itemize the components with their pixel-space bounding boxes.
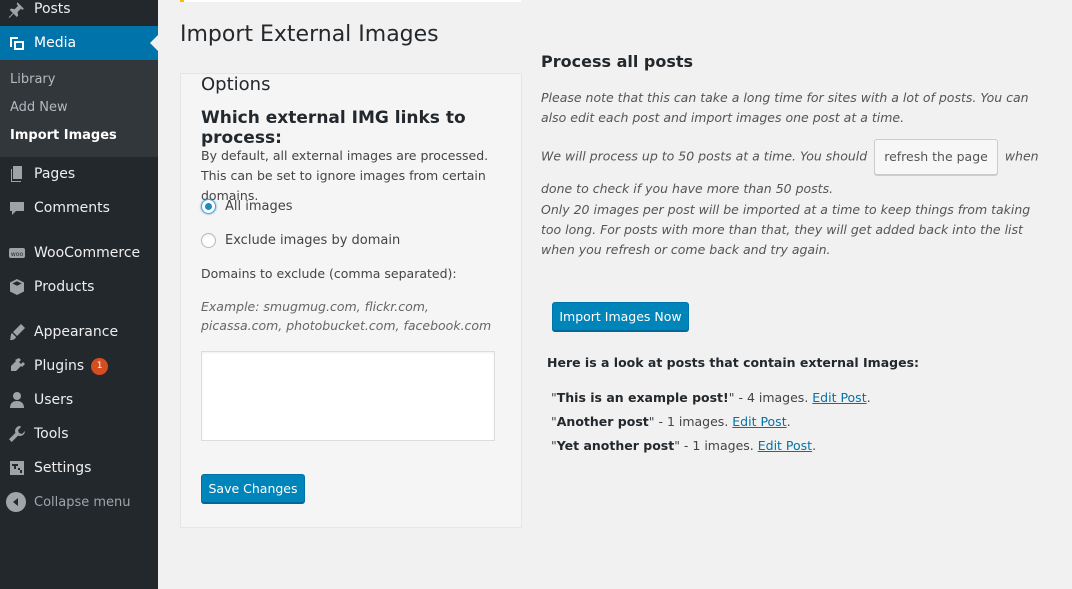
menu-item-pages[interactable]: Pages	[0, 157, 158, 191]
woocommerce-icon: woo	[0, 243, 34, 263]
menu-item-users[interactable]: Users	[0, 383, 158, 417]
options-panel: Options Which external IMG links to proc…	[180, 73, 522, 528]
menu-item-comments[interactable]: Comments	[0, 191, 158, 225]
radio-all-images-control[interactable]	[201, 199, 216, 214]
brush-icon	[0, 322, 34, 342]
box-icon	[0, 277, 34, 297]
menu-item-media[interactable]: Media	[0, 26, 158, 60]
post-image-count: - 4 images.	[734, 390, 813, 405]
process-heading: Process all posts	[541, 52, 694, 71]
pin-icon	[0, 0, 34, 19]
menu-label-tools: Tools	[34, 426, 69, 442]
post-title: Another post	[556, 414, 649, 429]
domains-label: Domains to exclude (comma separated):	[201, 266, 457, 281]
menu-label-products: Products	[34, 279, 95, 295]
menu-label-woocommerce: WooCommerce	[34, 245, 141, 261]
settings-sliders-icon	[0, 458, 34, 478]
collapse-menu-button[interactable]: Collapse menu	[0, 485, 158, 519]
submenu-item-add-new[interactable]: Add New	[10, 100, 68, 115]
collapse-arrow-icon	[6, 492, 26, 512]
post-image-count: - 1 images.	[679, 438, 758, 453]
menu-item-products[interactable]: Products	[0, 270, 158, 304]
process-links-heading: Which external IMG links to process:	[201, 108, 466, 148]
list-item: "Yet another post" - 1 images. Edit Post…	[551, 438, 817, 453]
process-note-limit: Only 20 images per post will be imported…	[541, 202, 1031, 257]
post-image-count: - 1 images.	[654, 414, 733, 429]
menu-item-plugins[interactable]: Plugins 1	[0, 349, 158, 383]
edit-post-link[interactable]: Edit Post	[732, 414, 786, 429]
save-changes-button[interactable]: Save Changes	[201, 474, 305, 503]
menu-label-users: Users	[34, 392, 74, 408]
svg-text:woo: woo	[11, 251, 24, 258]
wrench-icon	[0, 424, 34, 444]
pages-icon	[0, 164, 34, 184]
domains-textarea[interactable]	[201, 351, 495, 441]
menu-item-settings[interactable]: Settings	[0, 451, 158, 485]
menu-label-posts: Posts	[34, 1, 71, 17]
radio-all-images[interactable]: All images	[201, 199, 293, 214]
process-note-batch: We will process up to 50 posts at a time…	[541, 139, 1041, 203]
menu-item-posts[interactable]: Posts	[0, 0, 158, 26]
comment-icon	[0, 198, 34, 218]
radio-all-images-label: All images	[225, 199, 293, 214]
menu-label-media: Media	[34, 35, 77, 51]
refresh-page-button[interactable]: refresh the page	[874, 139, 998, 175]
process-note-time: Please note that this can take a long ti…	[541, 90, 1029, 125]
menu-item-woocommerce[interactable]: woo WooCommerce	[0, 236, 158, 270]
edit-post-link[interactable]: Edit Post	[812, 390, 866, 405]
plugins-update-badge: 1	[91, 357, 109, 375]
plug-icon	[0, 356, 34, 376]
list-item: "This is an example post!" - 4 images. E…	[551, 390, 871, 405]
menu-label-plugins: Plugins	[34, 358, 85, 374]
menu-label-appearance: Appearance	[34, 324, 119, 340]
options-description: By default, all external images are proc…	[201, 148, 489, 203]
options-heading: Options	[201, 74, 271, 95]
admin-notice-edge	[180, 0, 521, 2]
radio-exclude-domain[interactable]: Exclude images by domain	[201, 233, 400, 248]
menu-label-settings: Settings	[34, 460, 92, 476]
import-images-now-button[interactable]: Import Images Now	[552, 302, 689, 331]
post-title: Yet another post	[556, 438, 675, 453]
menu-item-tools[interactable]: Tools	[0, 417, 158, 451]
radio-exclude-domain-control[interactable]	[201, 233, 216, 248]
collapse-menu-label: Collapse menu	[34, 494, 131, 510]
post-title: This is an example post!	[556, 390, 729, 405]
list-item: "Another post" - 1 images. Edit Post.	[551, 414, 791, 429]
menu-item-appearance[interactable]: Appearance	[0, 315, 158, 349]
user-icon	[0, 390, 34, 410]
admin-sidebar: Posts Media Library Add New Import Image…	[0, 0, 158, 589]
submenu-item-library[interactable]: Library	[10, 72, 55, 87]
process-note-batch-before: We will process up to 50 posts at a time…	[541, 148, 868, 164]
radio-exclude-domain-label: Exclude images by domain	[225, 233, 401, 248]
domains-example: Example: smugmug.com, flickr.com, picass…	[201, 299, 492, 333]
external-images-heading: Here is a look at posts that contain ext…	[547, 355, 920, 370]
menu-label-pages: Pages	[34, 166, 76, 182]
media-icon	[0, 33, 34, 53]
submenu-item-import-images[interactable]: Import Images	[10, 128, 117, 143]
media-submenu: Library Add New Import Images	[0, 60, 158, 157]
menu-label-comments: Comments	[34, 200, 110, 216]
page-title: Import External Images	[180, 22, 439, 47]
edit-post-link[interactable]: Edit Post	[758, 438, 812, 453]
